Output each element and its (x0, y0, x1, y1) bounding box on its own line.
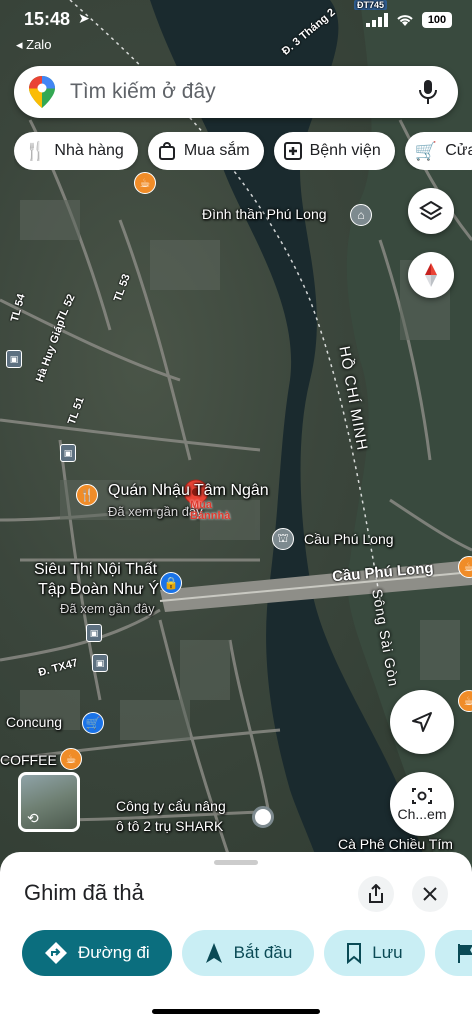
location-poi-icon[interactable] (252, 806, 274, 828)
place-ca-phe-chieu-tim[interactable]: Cà Phê Chiều Tím (338, 836, 453, 852)
place-sieu-thi-line1[interactable]: Siêu Thị Nội Thất (34, 561, 157, 579)
chip-stores[interactable]: 🛒 Cửa (404, 132, 472, 170)
place-quan-nhau-subtitle: Đã xem gần đây (108, 504, 203, 519)
cart-poi-icon[interactable]: 🛒 (82, 712, 104, 734)
temple-poi-icon[interactable]: ⌂ (350, 204, 372, 226)
compass-icon (425, 263, 437, 287)
street-view-thumbnail[interactable]: ⟲ (18, 772, 80, 832)
search-input[interactable]: Tìm kiếm ở đây (70, 80, 418, 104)
signal-icon (366, 13, 388, 27)
close-button[interactable] (412, 876, 448, 912)
rotate-360-icon: ⟲ (27, 810, 39, 826)
place-dinh-than-phu-long[interactable]: Đình thần Phú Long (202, 206, 327, 222)
start-label: Bắt đầu (233, 943, 293, 962)
status-time: 15:48 (24, 9, 71, 29)
cafe-poi-icon[interactable]: ☕ (134, 172, 156, 194)
place-sieu-thi-subtitle: Đã xem gần đây (60, 601, 155, 616)
place-sieu-thi-line2[interactable]: Tập Đoàn Như Ý (38, 581, 159, 599)
bus-stop-icon[interactable]: ▣ (6, 350, 22, 368)
directions-button[interactable]: Đường đi (22, 930, 172, 976)
directions-icon (45, 942, 67, 964)
layers-button[interactable] (408, 188, 454, 234)
place-cong-ty-line2[interactable]: ô tô 2 trụ SHARK (116, 818, 223, 834)
bus-stop-icon[interactable]: ▣ (86, 624, 102, 642)
back-to-zalo[interactable]: ◂ Zalo (16, 37, 51, 53)
place-cau-phu-long[interactable]: Cầu Phú Long (304, 531, 394, 547)
bookmark-icon (347, 943, 362, 964)
bus-stop-icon[interactable]: ▣ (92, 654, 108, 672)
restaurant-poi-icon[interactable]: 🍴 (76, 484, 98, 506)
compass-button[interactable] (408, 252, 454, 298)
wifi-icon (397, 15, 413, 26)
place-coffee[interactable]: COFFEE (0, 752, 57, 768)
home-indicator[interactable] (152, 1009, 320, 1014)
share-icon (369, 884, 383, 903)
lens-button[interactable]: Ch...em (390, 772, 454, 836)
status-bar: 15:48 ➤ ◂ Zalo 100 (0, 0, 472, 52)
chip-label: Bệnh viện (309, 142, 381, 159)
label-button[interactable]: T (434, 930, 472, 976)
cafe-poi-icon[interactable]: ☕ (60, 748, 82, 770)
sheet-drag-handle[interactable] (214, 860, 258, 865)
chip-label: Mua sắm (183, 142, 250, 159)
shopping-bag-icon (158, 142, 175, 160)
save-label: Lưu (372, 943, 403, 962)
layers-icon (419, 200, 443, 221)
navigation-arrow-icon (412, 712, 432, 732)
my-location-button[interactable] (390, 690, 454, 754)
location-arrow-icon: ➤ (78, 10, 90, 26)
sheet-title: Ghim đã thả (24, 880, 144, 905)
fork-knife-icon: 🍴 (24, 140, 47, 161)
share-button[interactable] (358, 876, 394, 912)
chip-hospitals[interactable]: Bệnh viện (273, 132, 395, 170)
category-chips: 🍴 Nhà hàng Mua sắm Bệnh viện 🛒 Cửa (14, 132, 472, 170)
action-buttons: Đường đi Bắt đầu Lưu T (22, 930, 472, 976)
place-cong-ty-line1[interactable]: Công ty cẩu nâng (116, 798, 226, 814)
shopping-poi-icon[interactable]: 🔒 (160, 572, 182, 594)
directions-label: Đường đi (78, 943, 150, 962)
bus-stop-icon[interactable]: ▣ (60, 444, 76, 462)
place-quan-nhau-tam-ngan[interactable]: Quán Nhậu Tâm Ngân (108, 482, 269, 500)
start-button[interactable]: Bắt đầu (181, 930, 315, 976)
chip-restaurants[interactable]: 🍴 Nhà hàng (14, 132, 138, 170)
chip-label: Cửa (445, 142, 472, 159)
flag-icon (457, 944, 472, 963)
navigation-arrow-icon (205, 943, 222, 963)
save-button[interactable]: Lưu (324, 930, 425, 976)
chip-shopping[interactable]: Mua sắm (147, 132, 264, 170)
lens-button-label: Ch...em (397, 806, 447, 822)
bridge-poi-icon[interactable]: ⛫ (272, 528, 294, 550)
battery-indicator: 100 (422, 12, 452, 28)
close-icon (423, 887, 437, 901)
cart-icon: 🛒 (414, 140, 438, 161)
hospital-icon (283, 142, 302, 160)
chip-label: Nhà hàng (54, 142, 124, 159)
microphone-icon[interactable] (418, 79, 438, 105)
watermark-logo: Mua Bánnhà (190, 499, 231, 522)
search-bar[interactable]: Tìm kiếm ở đây (14, 66, 458, 118)
place-concung[interactable]: Concung (6, 714, 62, 730)
camera-lens-icon (412, 788, 432, 804)
google-maps-pin-icon (29, 76, 55, 108)
